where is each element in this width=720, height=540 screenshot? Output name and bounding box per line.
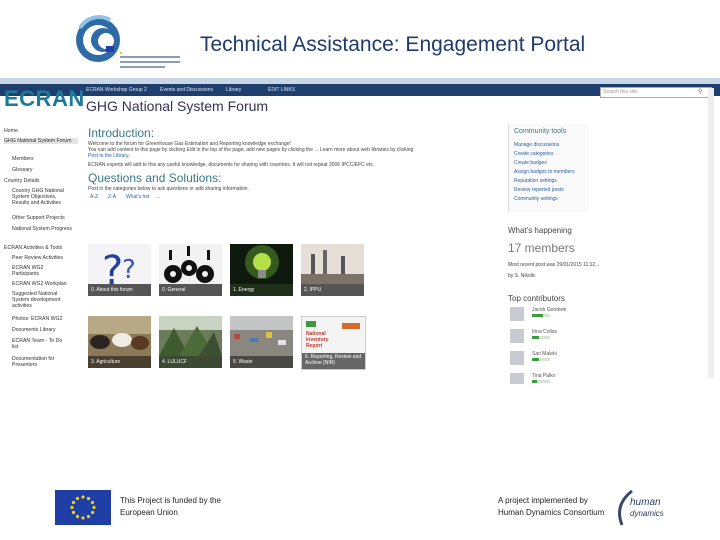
- hd-line: Human Dynamics Consortium: [498, 508, 605, 517]
- community-link[interactable]: Community settings: [514, 196, 558, 202]
- sort-more[interactable]: ...: [156, 194, 160, 200]
- eu-funding-text: This Project is funded by the European U…: [120, 495, 221, 519]
- eu-line: This Project is funded by the: [120, 496, 221, 505]
- category-tile[interactable]: 1. Energy: [230, 244, 293, 296]
- community-link[interactable]: Reputation settings: [514, 178, 557, 184]
- topnav-item[interactable]: Library: [226, 87, 241, 93]
- tile-label: 5. Waste: [233, 359, 253, 365]
- ecran-brand[interactable]: ECRAN: [4, 86, 85, 112]
- nav-item[interactable]: Photos: ECRAN WG2: [12, 316, 86, 322]
- latest-post: Most recent post was 29/01/2015 11:12...: [508, 262, 600, 268]
- contributor-name: Tina Palko: [532, 373, 556, 379]
- contributor-level: [532, 314, 550, 317]
- hd-line: A project implemented by: [498, 496, 588, 505]
- sort-hot[interactable]: What's hot: [126, 194, 149, 200]
- topnav-item[interactable]: EDIT LINKS: [268, 87, 295, 93]
- category-tile[interactable]: National Inventory Report 6. Reporting, …: [301, 316, 366, 370]
- nav-item[interactable]: ECRAN WG2 Workplan: [12, 281, 86, 287]
- contributor[interactable]: Jacob Goodwin: [508, 306, 588, 324]
- page-title: GHG National System Forum: [86, 98, 269, 114]
- latest-by: by S. Nikolic: [508, 273, 536, 279]
- contributor-level: [532, 358, 550, 361]
- left-nav: Home GHG National System Forum Members G…: [0, 124, 80, 384]
- tile-label: 2. IPPU: [304, 287, 322, 293]
- nav-item[interactable]: Other Support Projects: [12, 215, 86, 221]
- hd-logo-word: human: [630, 497, 661, 508]
- contributor-name: Irina Collos: [532, 329, 558, 335]
- tile-label: 6. Reporting, Review and Archive (NIR): [305, 354, 362, 366]
- eu-flag-icon: [55, 490, 111, 525]
- nav-item[interactable]: Country GHG National System Objectives, …: [12, 188, 74, 206]
- category-tile[interactable]: 5. Waste: [230, 316, 293, 368]
- contributor[interactable]: Sari Maleki: [508, 350, 588, 368]
- slide-title: Technical Assistance: Engagement Portal: [200, 33, 586, 56]
- tile-label: 1. Energy: [233, 287, 255, 293]
- avatar: [510, 373, 524, 384]
- nav-item[interactable]: ECRAN Activities & Tools: [4, 245, 78, 251]
- scrollbar[interactable]: [708, 88, 714, 378]
- qa-line: Post in the categories below to ask ques…: [88, 186, 249, 192]
- human-dynamics-logo: human dynamics: [612, 485, 684, 530]
- nav-item[interactable]: ECRAN WG2 Participants: [12, 265, 62, 277]
- member-count[interactable]: 17 members: [508, 241, 575, 255]
- community-link[interactable]: Create badges: [514, 160, 547, 166]
- top-heading: Top contributors: [508, 294, 565, 303]
- portal-screenshot: ECRAN Workshop Group 2 Events and Discus…: [0, 84, 720, 384]
- category-tile[interactable]: 0. General: [159, 244, 222, 296]
- community-heading: Community tools: [514, 128, 567, 135]
- qa-heading: Questions and Solutions:: [88, 171, 222, 185]
- intro-link[interactable]: Post to the Library.: [88, 153, 130, 159]
- contributor[interactable]: Tina Palko: [508, 372, 588, 384]
- nav-item[interactable]: National System Progress: [12, 226, 74, 232]
- contributor-level: [532, 336, 550, 339]
- svg-text:?: ?: [122, 255, 136, 285]
- nav-item[interactable]: Documents Library: [12, 327, 86, 333]
- sort-az[interactable]: A-Z: [90, 194, 98, 200]
- contributor-name: Jacob Goodwin: [532, 307, 567, 313]
- community-link[interactable]: Review reported posts: [514, 187, 564, 193]
- community-link[interactable]: Assign badges to members: [514, 169, 575, 175]
- avatar: [510, 329, 524, 343]
- tile-label: 3. Agriculture: [91, 359, 121, 365]
- nav-item[interactable]: Glossary: [12, 167, 86, 173]
- category-tile[interactable]: 3. Agriculture: [88, 316, 151, 368]
- nav-item[interactable]: Members: [12, 156, 86, 162]
- intro-line: You can add content to this page by clic…: [88, 147, 414, 153]
- hd-logo-word: dynamics: [630, 509, 664, 518]
- nav-item[interactable]: ECRAN Team - To Do list: [12, 338, 68, 350]
- tile-label: 4. LULUCF: [162, 359, 188, 365]
- tile-label: 0. General: [162, 287, 186, 293]
- topnav-site[interactable]: ECRAN Workshop Group 2: [86, 87, 147, 93]
- contributor-level: [532, 380, 550, 383]
- avatar: [510, 351, 524, 365]
- search-icon[interactable]: ⚲: [698, 88, 702, 95]
- contributor-name: Sari Maleki: [532, 351, 557, 357]
- ecran-logo: [70, 12, 190, 72]
- category-tile[interactable]: 2. IPPU: [301, 244, 364, 296]
- nav-item[interactable]: Home: [4, 128, 78, 134]
- nav-item[interactable]: Country Details: [4, 178, 78, 184]
- sort-za[interactable]: Z-A: [108, 194, 116, 200]
- eu-line: European Union: [120, 508, 178, 517]
- search-input[interactable]: Search this site: [600, 87, 712, 98]
- category-tile[interactable]: 4. LULUCF: [159, 316, 222, 368]
- intro-heading: Introduction:: [88, 126, 155, 140]
- tile-label: 0. About this forum: [91, 287, 133, 293]
- search-placeholder: Search this site: [603, 89, 638, 95]
- happening-heading: What's happening: [508, 226, 572, 235]
- community-link[interactable]: Create categories: [514, 151, 553, 157]
- nav-item[interactable]: Suggested National System development ac…: [12, 291, 74, 309]
- nav-item-selected[interactable]: GHG National System Forum: [4, 138, 78, 144]
- nir-cover-title: National Inventory Report: [306, 331, 329, 349]
- contributor[interactable]: Irina Collos: [508, 328, 588, 346]
- implementer-text: A project implemented by Human Dynamics …: [498, 495, 604, 519]
- intro-experts: ECRAN experts will add to this any usefu…: [88, 162, 375, 168]
- topnav-item[interactable]: Events and Discussions: [160, 87, 213, 93]
- nav-item[interactable]: Documentation for Presenters: [12, 356, 68, 368]
- community-tools-panel: Community tools Manage discussions Creat…: [508, 124, 589, 212]
- nav-item[interactable]: Peer Review Activities: [12, 255, 86, 261]
- category-tile[interactable]: ? ? 0. About this forum: [88, 244, 151, 296]
- avatar: [510, 307, 524, 321]
- community-link[interactable]: Manage discussions: [514, 142, 559, 148]
